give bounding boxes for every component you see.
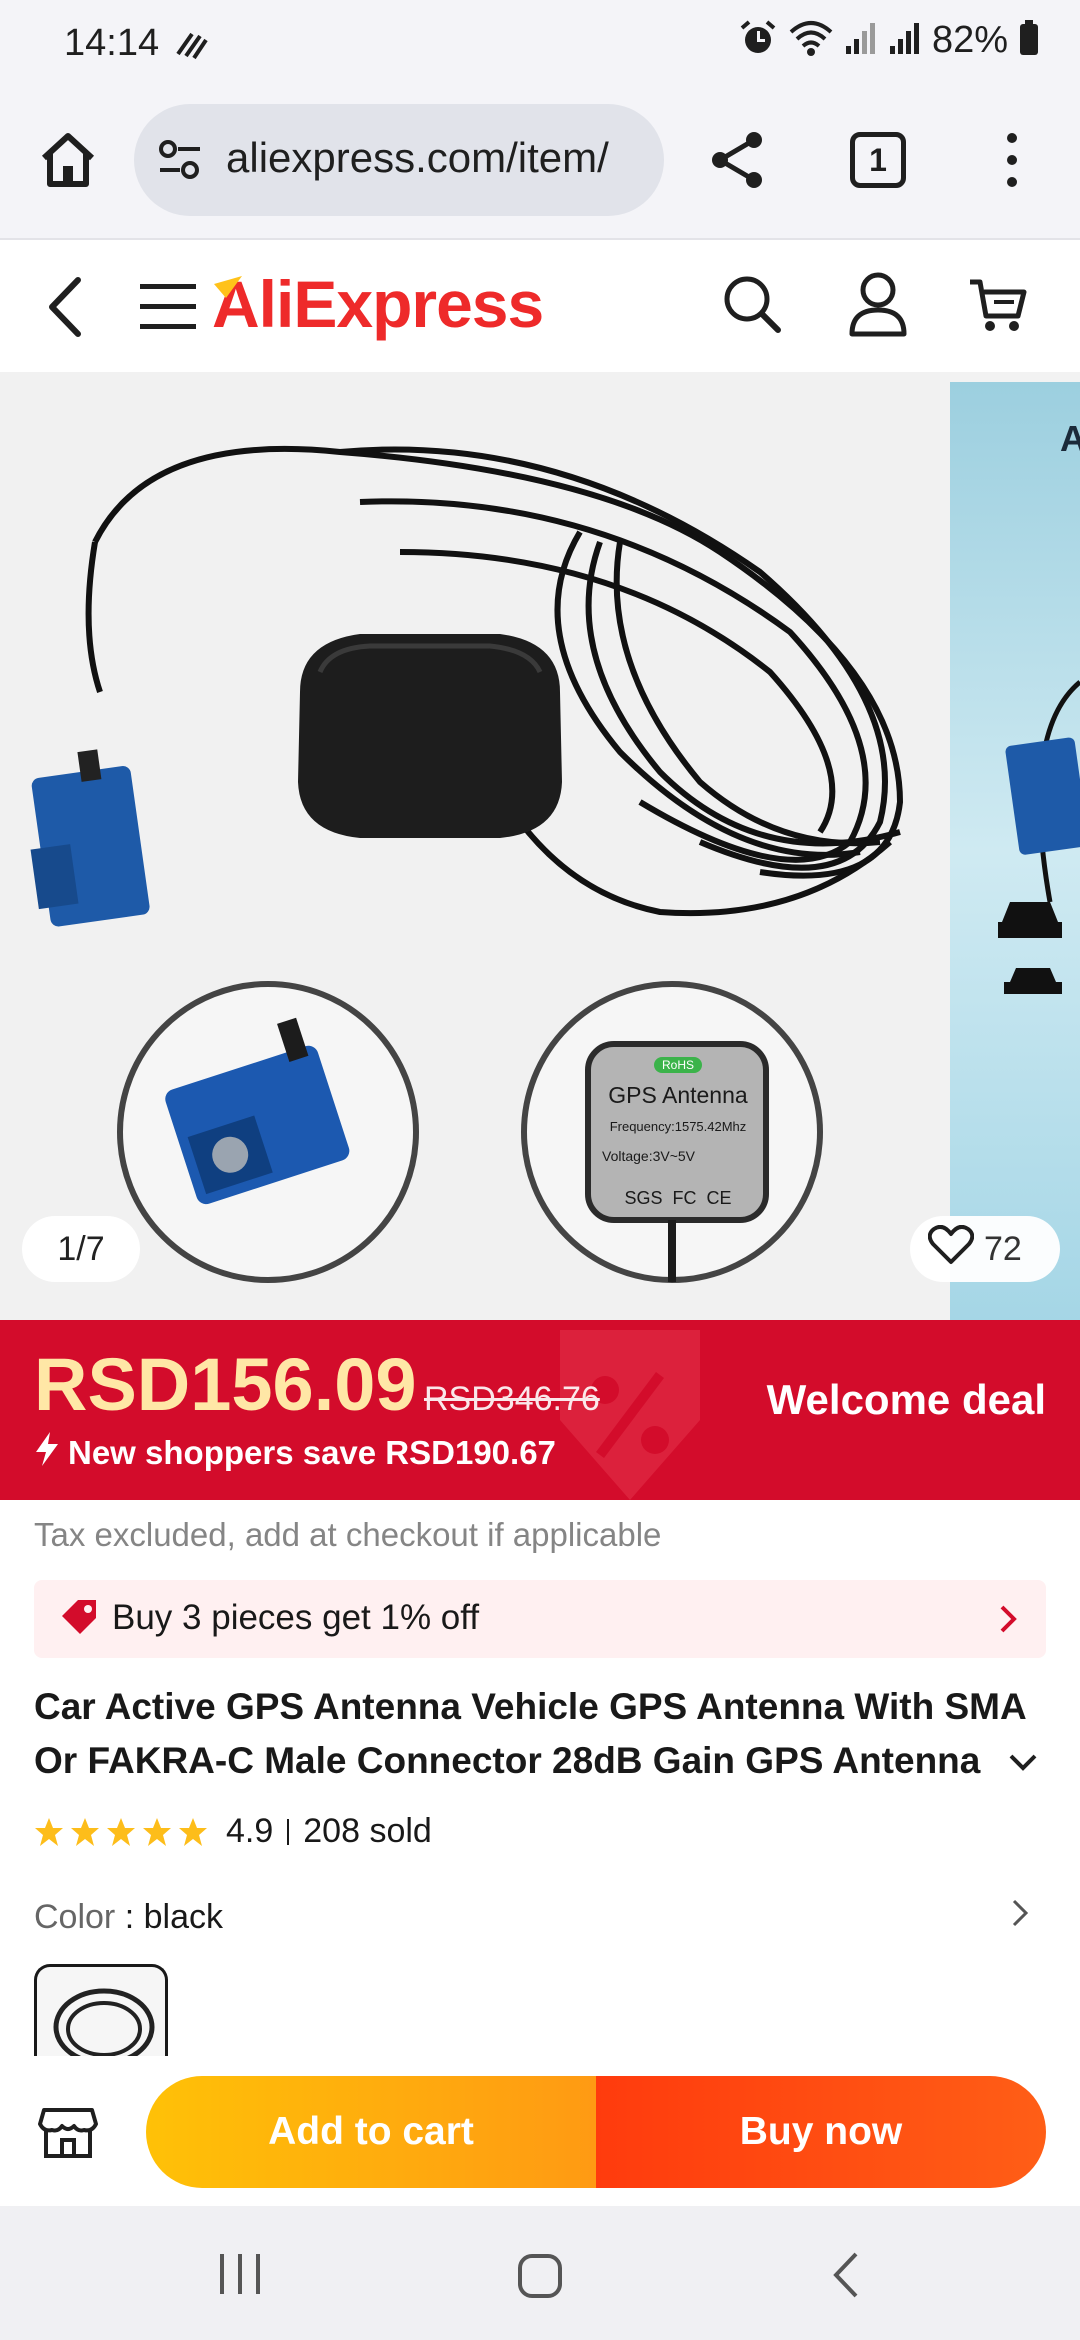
inset-voltage: Voltage:3V~5V — [602, 1148, 696, 1164]
browser-home-icon[interactable] — [36, 128, 100, 192]
search-icon[interactable] — [720, 272, 784, 336]
promo-text[interactable]: Buy 3 pieces get 1% off — [112, 1598, 479, 1638]
current-price: RSD156.09 — [34, 1343, 417, 1426]
rating-value: 4.9 — [226, 1812, 274, 1850]
product-image[interactable]: RoHS GPS Antenna Frequency:1575.42Mhz Vo… — [0, 372, 940, 1320]
color-separator: : — [124, 1898, 144, 1936]
color-selector-row[interactable]: Color : black — [34, 1898, 223, 1937]
buy-now-button[interactable]: Buy now — [596, 2076, 1046, 2188]
product-title: Car Active GPS Antenna Vehicle GPS Anten… — [34, 1686, 1026, 1781]
promo-bar[interactable]: Buy 3 pieces get 1% off — [34, 1580, 1046, 1658]
recent-apps-icon[interactable] — [216, 2252, 266, 2301]
star-icon — [71, 1817, 99, 1846]
address-bar[interactable]: aliexpress.com/item/ — [134, 104, 664, 216]
rohs-badge: RoHS — [653, 1057, 702, 1073]
wishlist-count: 72 — [984, 1229, 1022, 1268]
site-settings-icon[interactable] — [156, 138, 204, 187]
status-time: 14:14 — [64, 22, 160, 64]
status-icons: 82% — [738, 18, 1040, 63]
savings-text: New shoppers save RSD190.67 — [34, 1432, 556, 1474]
browser-toolbar: aliexpress.com/item/ 1 — [0, 88, 1080, 240]
heart-icon[interactable] — [927, 1224, 975, 1274]
rating-divider — [287, 1818, 290, 1845]
star-icon — [143, 1817, 171, 1846]
add-to-cart-button[interactable]: Add to cart — [146, 2076, 596, 2188]
system-back-icon[interactable] — [828, 2250, 862, 2305]
color-value: black — [143, 1898, 223, 1936]
star-icon — [179, 1817, 207, 1846]
product-image-gallery[interactable]: RoHS GPS Antenna Frequency:1575.42Mhz Vo… — [0, 372, 1080, 1320]
system-nav-bar — [0, 2206, 1080, 2340]
chevron-right-icon[interactable] — [998, 1604, 1018, 1639]
url-text[interactable]: aliexpress.com/item/ — [226, 134, 656, 182]
tax-note: Tax excluded, add at checkout if applica… — [34, 1516, 662, 1553]
aliexpress-logo[interactable]: AliExpress — [212, 266, 544, 342]
coupon-tag-icon — [60, 1598, 100, 1643]
image-counter: 1/7 — [22, 1216, 140, 1282]
inset-marks: SGS FC CE — [624, 1188, 732, 1208]
welcome-deal-label: Welcome deal — [766, 1376, 1046, 1423]
color-chevron-right-icon[interactable] — [1010, 1898, 1030, 1933]
wifi-icon — [788, 18, 834, 63]
home-icon[interactable] — [516, 2252, 564, 2305]
lightning-icon — [34, 1432, 60, 1474]
battery-percent: 82% — [931, 19, 1008, 61]
hamburger-menu-icon[interactable] — [136, 278, 200, 336]
next-product-image[interactable]: A — [950, 382, 1080, 1320]
color-label: Color — [34, 1898, 116, 1936]
signal-icon-2 — [888, 20, 922, 61]
battery-icon — [1018, 19, 1040, 62]
original-price: RSD346.76 — [424, 1380, 600, 1418]
app-header: AliExpress — [0, 242, 1080, 372]
logo-star-icon — [212, 272, 252, 307]
account-icon[interactable] — [846, 270, 910, 338]
star-icon — [107, 1817, 135, 1846]
star-icon — [35, 1817, 63, 1846]
star-rating — [34, 1817, 208, 1847]
inset-frequency: Frequency:1575.42Mhz — [609, 1119, 747, 1134]
expand-title-chevron-icon[interactable] — [1008, 1752, 1038, 1777]
rating-row[interactable]: 4.9 208 sold — [34, 1812, 432, 1851]
inset-title: GPS Antenna — [608, 1082, 748, 1108]
signal-icon-1 — [844, 20, 878, 61]
browser-menu-icon[interactable] — [996, 128, 1028, 192]
back-arrow-icon[interactable] — [40, 272, 90, 342]
store-icon[interactable] — [38, 2102, 98, 2162]
savings-label: New shoppers save RSD190.67 — [68, 1434, 556, 1471]
inset-label: RoHS GPS Antenna Frequency:1575.42Mhz Vo… — [596, 1056, 760, 1209]
bottom-action-bar: Add to cart Buy now — [0, 2060, 1080, 2206]
share-icon[interactable] — [706, 128, 770, 192]
price-banner: RSD156.09 RSD346.76 New shoppers save RS… — [0, 1320, 1080, 1500]
tab-switcher-button[interactable]: 1 — [850, 132, 906, 188]
data-saver-icon — [172, 26, 212, 67]
color-option-black[interactable] — [34, 1964, 168, 2056]
alarm-icon — [738, 18, 778, 63]
cart-icon[interactable] — [966, 272, 1030, 336]
wishlist-button[interactable]: 72 — [910, 1216, 1060, 1282]
sold-count: 208 sold — [303, 1812, 432, 1850]
status-bar: 14:14 82% — [0, 0, 1080, 88]
